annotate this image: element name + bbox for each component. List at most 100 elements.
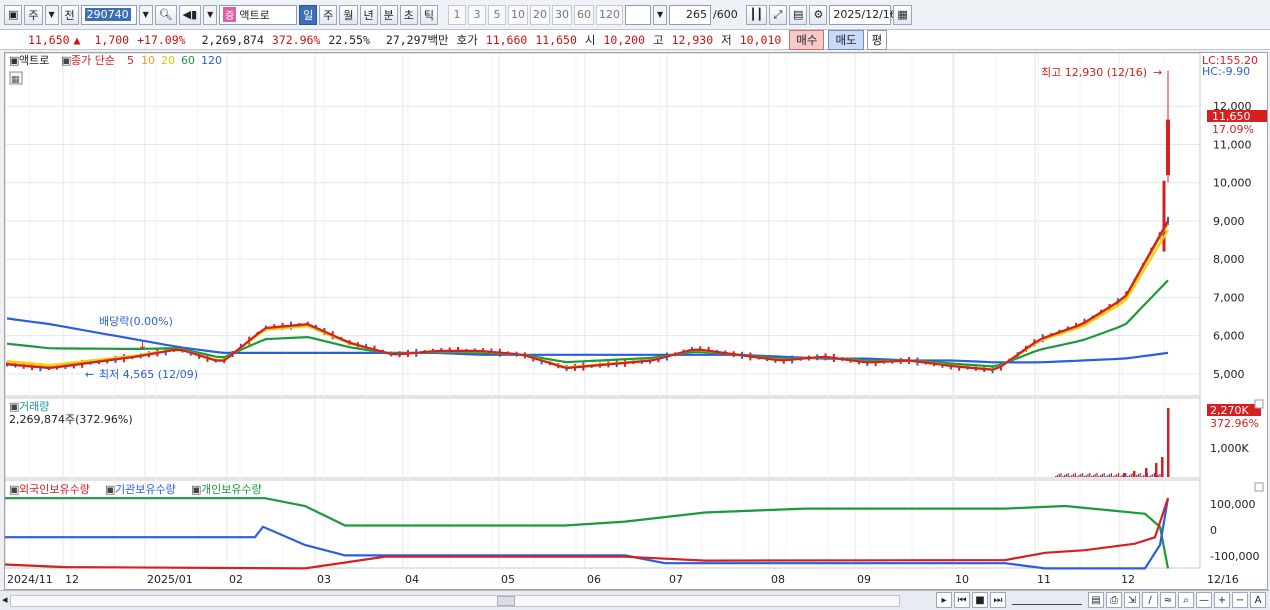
legend-square-icon-2: ▣ xyxy=(61,54,71,67)
gear-icon[interactable]: ⚙ xyxy=(809,4,828,25)
interval-120[interactable]: 120 xyxy=(596,4,624,25)
minimize-icon[interactable]: — xyxy=(1196,592,1212,608)
interval-60[interactable]: 60 xyxy=(574,4,595,25)
table-icon-glyph: ▦ xyxy=(11,75,20,85)
period-tick[interactable]: 틱 xyxy=(419,4,439,25)
period-month[interactable]: 월 xyxy=(339,4,358,25)
price-tick-label: 9,000 xyxy=(1213,215,1245,228)
volume-bar xyxy=(1100,475,1102,477)
ma-legend-5[interactable]: 5 xyxy=(127,54,134,67)
scroll-left-icon[interactable]: ◂ xyxy=(2,593,8,606)
x-tick-label: 2025/01 xyxy=(147,573,193,586)
calendar-icon[interactable]: ▦ xyxy=(893,4,912,25)
speaker-dropdown-icon[interactable]: ▼ xyxy=(203,4,218,25)
volume-close-icon[interactable] xyxy=(1254,399,1264,409)
price-change-pct: +17.09% xyxy=(137,32,186,47)
stock-code-value: 290740 xyxy=(84,8,131,21)
print-icon[interactable]: ⎙ xyxy=(1106,592,1122,608)
stock-code-input[interactable]: 290740 xyxy=(80,4,137,25)
volume-bar xyxy=(1076,476,1078,477)
ma-legend-60[interactable]: 60 xyxy=(181,54,195,67)
save-icon[interactable]: ▤ xyxy=(788,4,808,25)
play-icon[interactable]: ▸ xyxy=(936,592,952,608)
drawing-icon[interactable]: ⤢ xyxy=(768,4,787,25)
export-icon[interactable]: ⇲ xyxy=(1124,592,1140,608)
volume-bar xyxy=(1065,474,1067,477)
chart-area[interactable]: ▣ 액트로 ▣ 종가 단순 5 10 20 60 120 ▦ LC:155.20… xyxy=(4,52,1268,590)
rewind-icon[interactable]: ⏮ xyxy=(954,592,970,608)
search-icon[interactable]: 🔍︎ xyxy=(154,4,177,25)
prev-button[interactable]: 전 xyxy=(60,4,79,25)
font-size-icon[interactable]: A xyxy=(1250,592,1266,608)
volume-value: 2,269,874주(372.96%) xyxy=(9,413,133,426)
interval-20[interactable]: 20 xyxy=(530,4,551,25)
chart-stock-title[interactable]: 액트로 xyxy=(19,54,49,67)
horizontal-scrollbar[interactable] xyxy=(10,595,900,607)
period-second[interactable]: 초 xyxy=(399,4,418,25)
holding-close-icon[interactable] xyxy=(1254,482,1264,492)
date-input[interactable]: 2025/12/16 xyxy=(829,4,897,25)
ma-legend-prefix[interactable]: 종가 단순 xyxy=(71,54,115,67)
scroll-thumb[interactable] xyxy=(497,596,515,606)
price-change: 1,700 xyxy=(94,32,130,47)
interval-10[interactable]: 10 xyxy=(508,4,529,25)
market-type-select[interactable]: 주 xyxy=(24,4,43,25)
period-year[interactable]: 년 xyxy=(359,4,378,25)
zoom-icon[interactable]: ⌕ xyxy=(1178,592,1194,608)
ma-legend-20[interactable]: 20 xyxy=(161,54,175,67)
volume-title[interactable]: 거래량 xyxy=(19,400,49,413)
holding-square-icon-2: ▣ xyxy=(105,483,115,496)
stock-name-field[interactable]: 증 액트로 xyxy=(219,4,298,25)
x-tick-label: 04 xyxy=(405,573,419,586)
volume-bar xyxy=(1145,468,1148,477)
x-tick-label: 09 xyxy=(857,573,871,586)
pattern-icon[interactable]: ≈ xyxy=(1160,592,1176,608)
interval-custom-input[interactable] xyxy=(625,4,652,25)
chevron-down-icon[interactable]: ▼ xyxy=(44,4,59,25)
count-value: 265 xyxy=(686,8,708,21)
volume-bar xyxy=(1107,475,1109,477)
chart-canvas[interactable]: ▣ 액트로 ▣ 종가 단순 5 10 20 60 120 ▦ LC:155.20… xyxy=(4,52,1267,589)
buy-button[interactable]: 매수 xyxy=(789,29,825,50)
ma-legend-10[interactable]: 10 xyxy=(141,54,155,67)
layout-icon[interactable]: ▤ xyxy=(1088,592,1104,608)
volume-bar xyxy=(1139,473,1141,477)
candle-icon[interactable]: ┃┃ xyxy=(745,4,767,25)
interval-5[interactable]: 5 xyxy=(488,4,507,25)
flat-button[interactable]: 평 xyxy=(866,29,888,50)
sell-button[interactable]: 매도 xyxy=(828,29,864,50)
interval-dropdown-icon[interactable]: ▼ xyxy=(653,4,668,25)
holding-legend-foreign[interactable]: 외국인보유수량 xyxy=(19,483,90,496)
bottom-bar: ◂ ▸ ⏮ ■ ⏭ ▤ ⎙ ⇲ ∕ ≈ ⌕ — + − A xyxy=(0,590,1270,610)
holding-square-icon-3: ▣ xyxy=(191,483,201,496)
count-input[interactable]: 265 xyxy=(669,4,712,25)
stock-tag: 증 xyxy=(223,7,237,22)
holding-legend-individual[interactable]: 개인보유수량 xyxy=(201,483,262,496)
price-tick-label: 8,000 xyxy=(1213,253,1245,266)
interval-1[interactable]: 1 xyxy=(448,4,467,25)
holding-legend-institution[interactable]: 기관보유수량 xyxy=(115,483,176,496)
code-dropdown-icon[interactable]: ▼ xyxy=(138,4,153,25)
volume-bar xyxy=(1118,473,1120,477)
interval-30[interactable]: 30 xyxy=(552,4,573,25)
high-annotation: 최고 12,930 (12/16) xyxy=(1041,66,1147,79)
interval-3[interactable]: 3 xyxy=(468,4,487,25)
ma-legend-120[interactable]: 120 xyxy=(201,54,222,67)
stop-icon[interactable]: ■ xyxy=(972,592,988,608)
volume-bar xyxy=(1092,475,1094,477)
zoom-slider[interactable] xyxy=(1012,595,1082,605)
zoom-out-icon[interactable]: − xyxy=(1232,592,1248,608)
period-minute[interactable]: 분 xyxy=(379,4,398,25)
zoom-in-icon[interactable]: + xyxy=(1214,592,1230,608)
holding-axis-neg100k: -100,000 xyxy=(1210,550,1259,563)
period-week[interactable]: 주 xyxy=(319,4,338,25)
volume-bar xyxy=(1114,475,1116,477)
chart-type-icon[interactable]: ▣ xyxy=(4,4,23,25)
volume-bar xyxy=(1110,473,1112,477)
speaker-icon[interactable]: ◀▮ xyxy=(178,4,202,25)
volume-axis-label: 1,000K xyxy=(1210,442,1249,455)
low-label: 저 xyxy=(721,32,732,47)
period-day[interactable]: 일 xyxy=(299,4,318,25)
forward-icon[interactable]: ⏭ xyxy=(990,592,1006,608)
line-tool-icon[interactable]: ∕ xyxy=(1142,592,1158,608)
